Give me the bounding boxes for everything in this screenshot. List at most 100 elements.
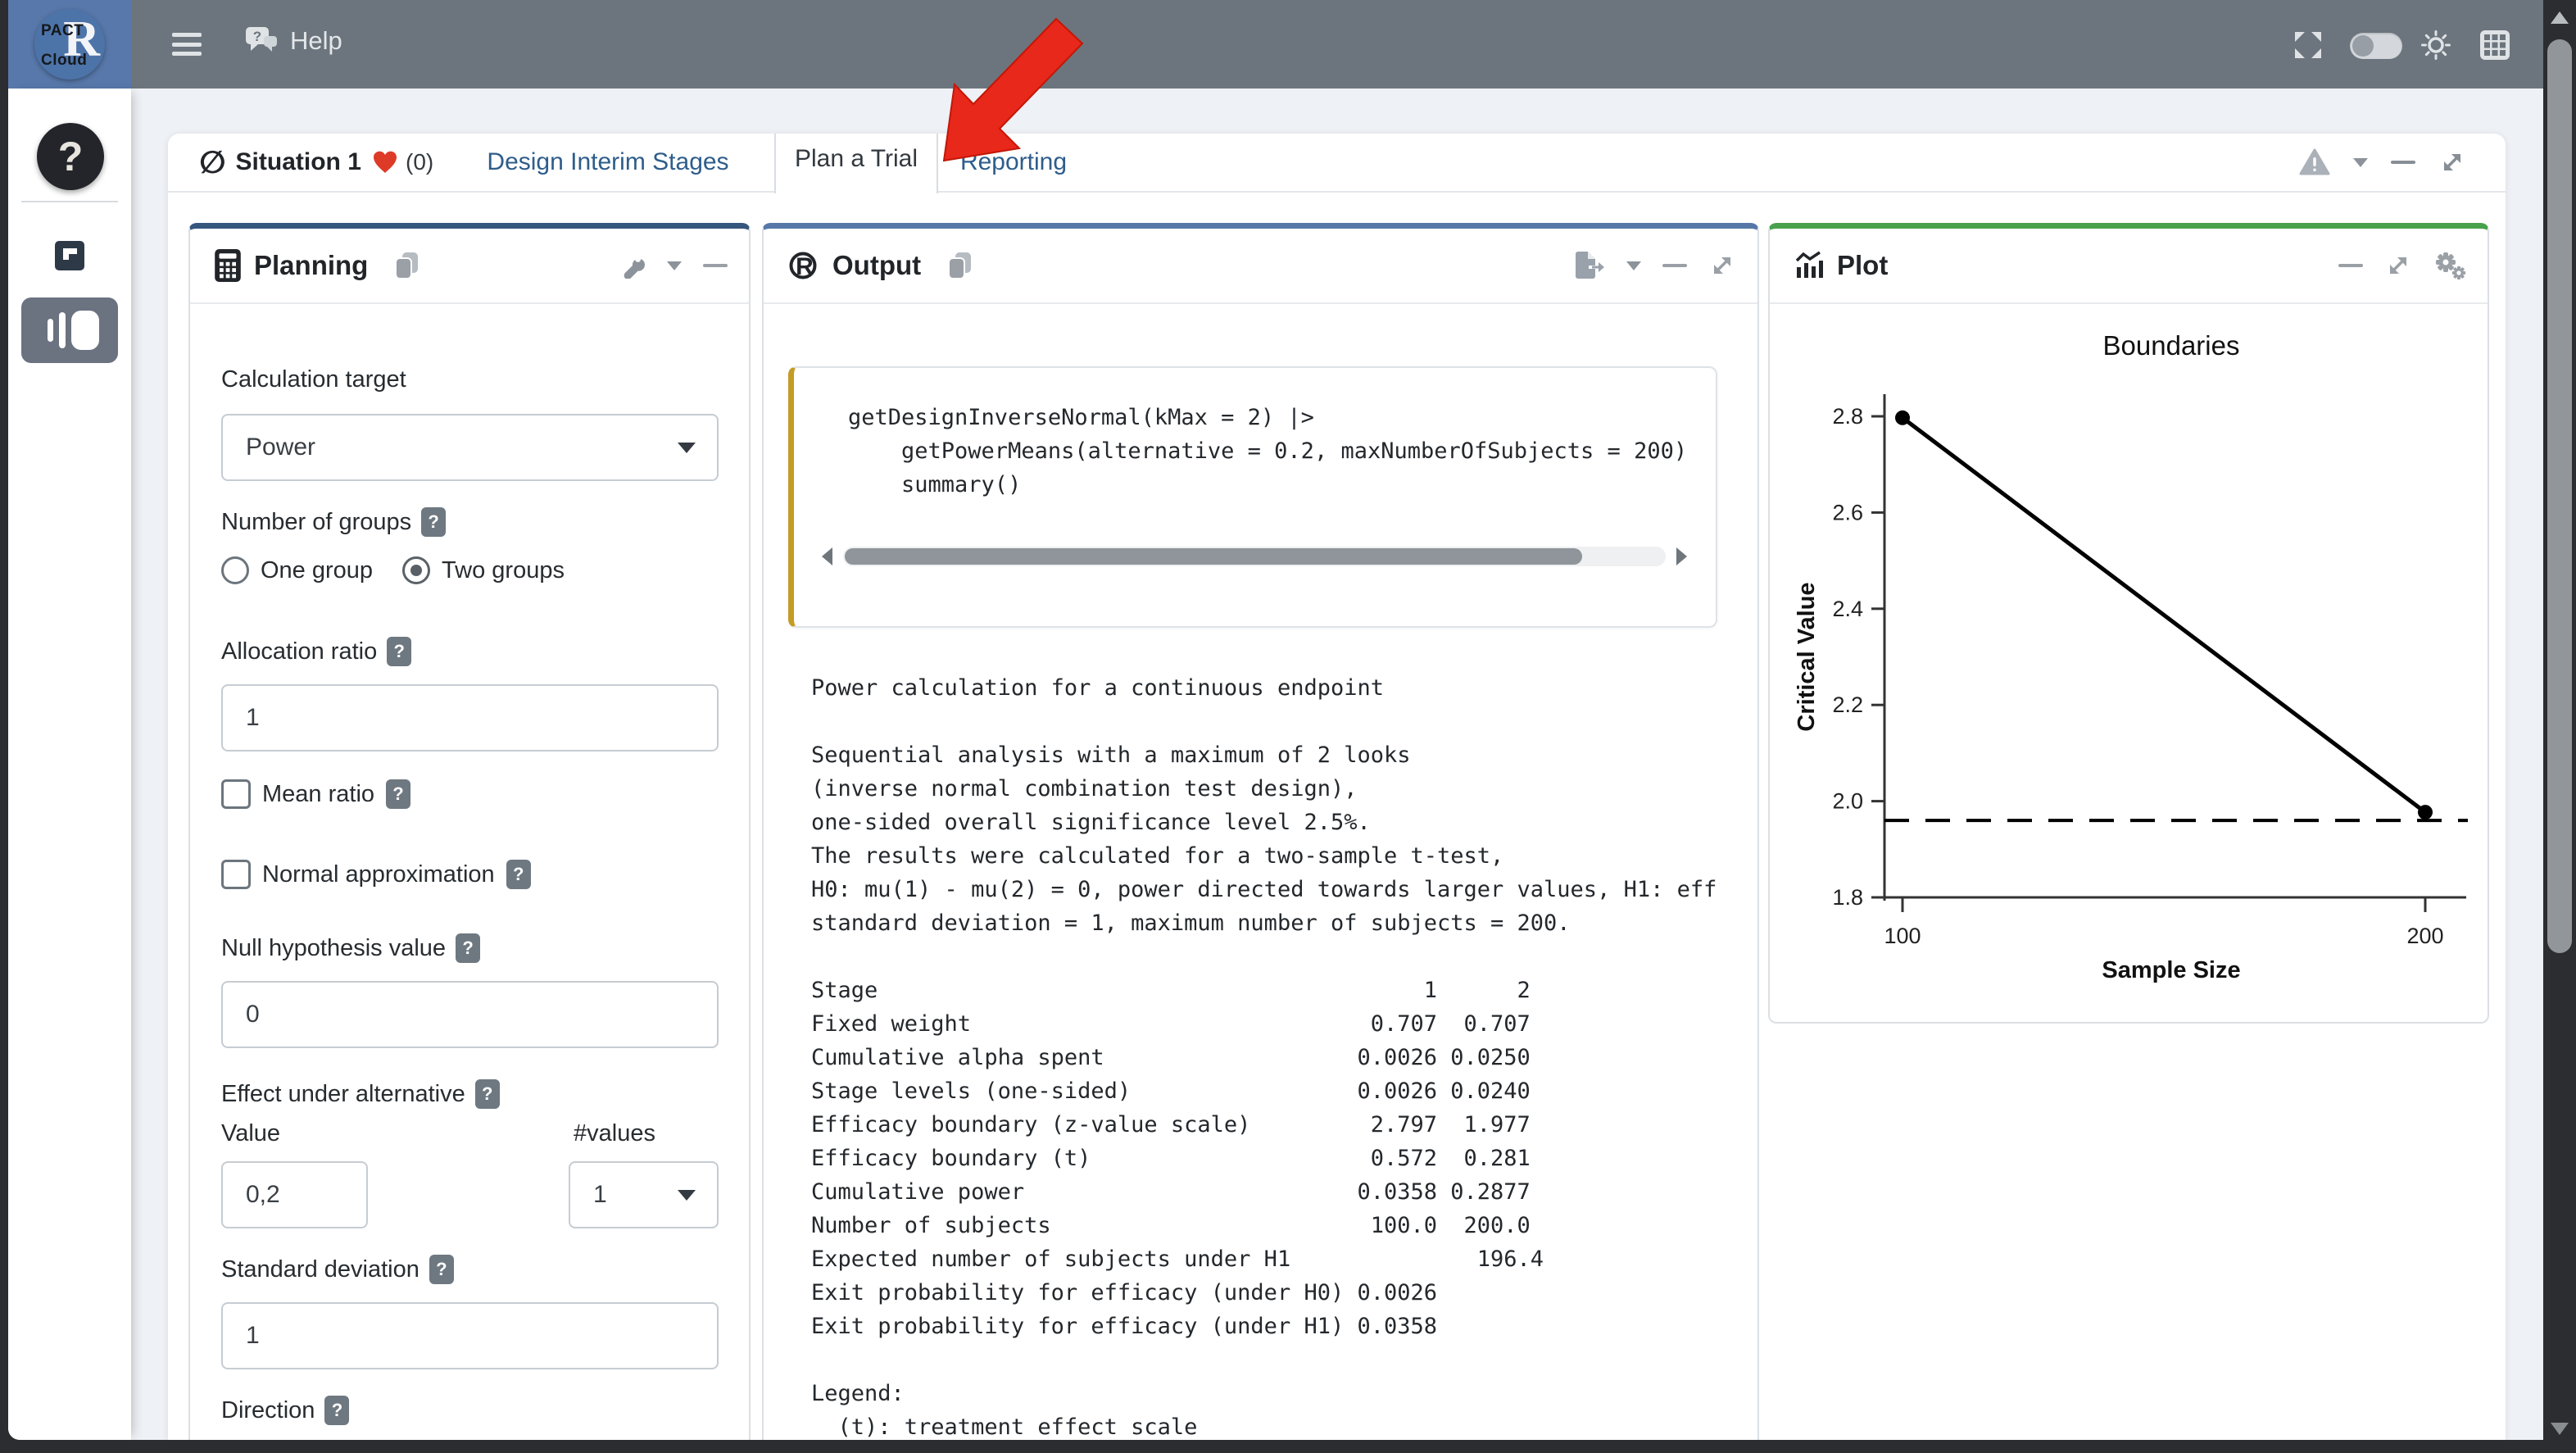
- tab-bar: ∅ Situation 1 (0) Design Interim Stages …: [168, 134, 2506, 193]
- help-badge-icon[interactable]: ?: [387, 637, 411, 666]
- one-group-label: One group: [261, 557, 373, 584]
- wrench-dropdown-caret[interactable]: [667, 261, 682, 270]
- svg-text:Critical Value: Critical Value: [1794, 582, 1820, 731]
- standard-deviation-field: [221, 1302, 719, 1369]
- planning-header: Planning: [190, 229, 749, 304]
- plot-panel: Plot: [1768, 223, 2489, 1024]
- svg-text:Boundaries: Boundaries: [2103, 330, 2240, 361]
- svg-text:200: 200: [2406, 924, 2443, 948]
- output-header: R Output: [764, 229, 1757, 304]
- output-title: Output: [832, 250, 921, 281]
- warning-dropdown-caret[interactable]: [2353, 158, 2368, 167]
- rpact-logo-icon: R PACT Cloud: [34, 9, 105, 79]
- help-label: Help: [290, 26, 342, 56]
- planning-minimize-icon[interactable]: [703, 264, 728, 267]
- warning-icon[interactable]: [2299, 148, 2330, 176]
- plot-expand-icon[interactable]: [2384, 252, 2412, 279]
- r-code-box: getDesignInverseNormal(kMax = 2) |> getP…: [788, 366, 1717, 628]
- app-logo[interactable]: R PACT Cloud: [8, 0, 131, 89]
- effect-under-alternative-label: Effect under alternative ?: [221, 1079, 500, 1109]
- expand-icon[interactable]: [2438, 148, 2466, 176]
- copy-icon[interactable]: [946, 250, 973, 281]
- theme-toggle[interactable]: [2350, 33, 2402, 59]
- wrench-icon[interactable]: [619, 252, 646, 279]
- question-avatar[interactable]: ?: [37, 123, 104, 190]
- help-badge-icon[interactable]: ?: [475, 1079, 500, 1109]
- effect-value-input[interactable]: [223, 1163, 366, 1227]
- toggle-knob: [2352, 35, 2374, 57]
- svg-text:2.2: 2.2: [1832, 692, 1863, 717]
- chart-icon: [1794, 251, 1824, 280]
- mean-ratio-checkbox[interactable]: [221, 779, 251, 809]
- fullscreen-icon[interactable]: [2293, 30, 2324, 61]
- scrollbar-track[interactable]: [843, 547, 1666, 566]
- calculation-target-select[interactable]: Power: [221, 414, 719, 481]
- plot-settings-gears-icon[interactable]: [2433, 250, 2466, 281]
- svg-text:1.8: 1.8: [1832, 885, 1863, 910]
- output-expand-icon[interactable]: [1708, 252, 1736, 279]
- situation-label: ∅ Situation 1: [199, 134, 361, 191]
- normal-approximation-checkbox[interactable]: [221, 860, 251, 889]
- logo-line1: PACT: [41, 22, 84, 40]
- radio-one-group[interactable]: [221, 556, 249, 584]
- standard-deviation-label: Standard deviation ?: [221, 1255, 454, 1284]
- hamburger-menu-icon[interactable]: [172, 33, 202, 56]
- export-dropdown-caret[interactable]: [1626, 261, 1641, 270]
- nvalues-select[interactable]: 1: [569, 1161, 719, 1228]
- brightness-icon[interactable]: [2420, 30, 2451, 61]
- scroll-up-arrow[interactable]: [2551, 11, 2569, 24]
- null-hypothesis-input[interactable]: [223, 983, 717, 1047]
- groups-radio-row: One group Two groups: [221, 556, 565, 584]
- svg-text:2.0: 2.0: [1832, 789, 1863, 814]
- boundaries-chart: Boundaries1.82.02.22.42.62.8100200Sample…: [1786, 314, 2474, 1010]
- output-minimize-icon[interactable]: [1662, 264, 1687, 267]
- chevron-down-icon: [678, 1190, 696, 1201]
- export-icon[interactable]: [1571, 250, 1605, 281]
- top-navbar: R PACT Cloud ? Help: [8, 0, 2543, 89]
- calculation-target-label: Calculation target: [221, 366, 406, 393]
- radio-two-groups-selected[interactable]: [402, 556, 430, 584]
- favorite-button[interactable]: (0): [371, 134, 433, 191]
- page-scrollbar-thumb[interactable]: [2547, 39, 2572, 953]
- normal-approximation-label: Normal approximation: [262, 861, 495, 888]
- help-badge-icon[interactable]: ?: [429, 1255, 454, 1284]
- planning-title: Planning: [254, 250, 368, 281]
- help-badge-icon[interactable]: ?: [506, 860, 531, 889]
- tab-design-interim-stages[interactable]: Design Interim Stages: [481, 134, 735, 191]
- tab-reporting[interactable]: Reporting: [948, 134, 1079, 191]
- help-badge-icon[interactable]: ?: [456, 933, 480, 963]
- apps-grid-icon[interactable]: [2479, 30, 2510, 61]
- sidebar-divider: [21, 201, 118, 202]
- standard-deviation-input[interactable]: [223, 1304, 717, 1368]
- left-sidebar: ?: [8, 89, 131, 1440]
- help-badge-icon[interactable]: ?: [324, 1396, 349, 1425]
- allocation-ratio-input[interactable]: [223, 686, 717, 750]
- help-button[interactable]: ? Help: [244, 25, 342, 57]
- svg-text:2.6: 2.6: [1832, 500, 1863, 524]
- scrollbar-thumb[interactable]: [845, 548, 1582, 565]
- tab-plan-a-trial-active[interactable]: Plan a Trial: [774, 134, 938, 193]
- svg-text:R: R: [796, 253, 814, 280]
- scroll-left-arrow[interactable]: [822, 547, 832, 565]
- code-horizontal-scrollbar: [822, 545, 1687, 568]
- svg-text:?: ?: [253, 29, 261, 44]
- output-legend-text: Legend: (t): treatment effect scale: [811, 1377, 1197, 1440]
- svg-text:2.8: 2.8: [1832, 404, 1863, 429]
- page-scrollbar[interactable]: [2543, 0, 2576, 1453]
- situation-title: Situation 1: [236, 148, 361, 176]
- sidebar-item-panels-active[interactable]: [21, 297, 118, 363]
- svg-text:Sample Size: Sample Size: [2102, 957, 2240, 983]
- screenshot-stage: R PACT Cloud ? Help: [0, 0, 2576, 1453]
- plot-minimize-icon[interactable]: [2338, 264, 2363, 267]
- copy-icon[interactable]: [392, 250, 420, 281]
- scroll-down-arrow[interactable]: [2551, 1423, 2569, 1435]
- app-window: R PACT Cloud ? Help: [8, 0, 2543, 1440]
- direction-label: Direction ?: [221, 1396, 349, 1425]
- help-badge-icon[interactable]: ?: [386, 779, 410, 809]
- minimize-icon[interactable]: [2391, 161, 2415, 164]
- mean-ratio-label: Mean ratio: [262, 781, 374, 808]
- scroll-right-arrow[interactable]: [1676, 547, 1687, 565]
- sidebar-item-flag[interactable]: [55, 241, 84, 275]
- null-hypothesis-label: Null hypothesis value ?: [221, 933, 480, 963]
- help-badge-icon[interactable]: ?: [421, 507, 446, 537]
